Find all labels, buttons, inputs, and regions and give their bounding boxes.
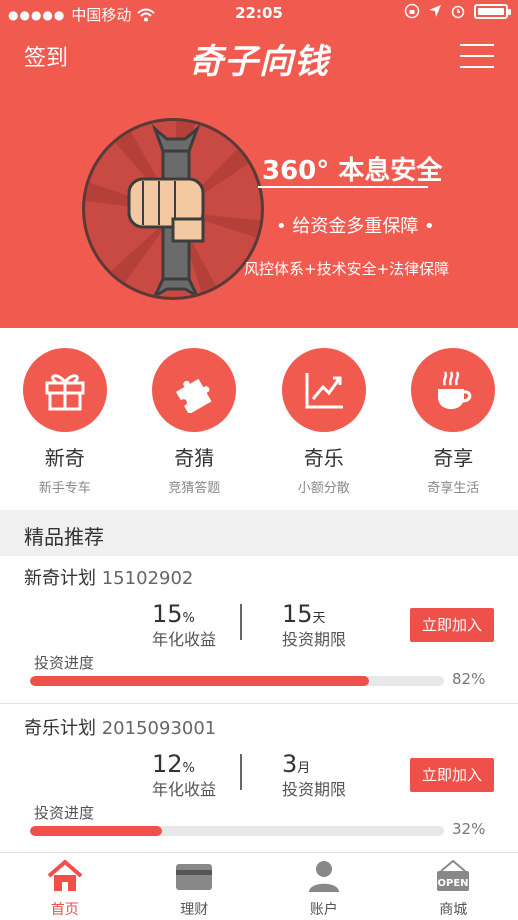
open-sign-text: OPEN: [438, 878, 469, 889]
rate-unit: %: [182, 611, 195, 626]
progress-percent: 82%: [452, 670, 486, 688]
coffee-icon: [411, 348, 496, 432]
hero-description: 风控体系+技术安全+法律保障: [244, 260, 450, 278]
status-bar: ●●●●● 中国移动 22:05: [0, 0, 518, 26]
entry-qixiang[interactable]: 奇享 奇享生活: [389, 340, 518, 500]
join-button[interactable]: 立即加入: [410, 758, 494, 792]
entry-name: 奇乐: [303, 446, 344, 470]
section-title: 精品推荐: [24, 525, 104, 549]
menu-icon[interactable]: [460, 44, 494, 68]
term-value: 3: [282, 750, 298, 778]
term-metric: 15天 投资期限: [282, 600, 346, 650]
tab-finance[interactable]: 理财: [130, 853, 260, 920]
rate-metric: 12% 年化收益: [152, 750, 216, 800]
hero-title: 360° 本息安全: [262, 156, 443, 186]
app-screen: ●●●●● 中国移动 22:05 签到 奇子向钱 360° 本息安全 • 给资金…: [0, 0, 518, 920]
tab-home[interactable]: 首页: [0, 853, 130, 920]
progress-label: 投资进度: [34, 654, 95, 672]
gift-icon: [22, 348, 107, 432]
rate-label: 年化收益: [152, 630, 217, 649]
home-icon: [47, 859, 83, 891]
alarm-icon: [451, 5, 465, 19]
progress-bar: [30, 826, 444, 836]
product-code: 15102902: [101, 568, 194, 589]
term-label: 投资期限: [282, 780, 347, 799]
rate-value: 15: [152, 600, 183, 628]
shop-open-icon: OPEN: [437, 859, 470, 891]
tab-label: 商城: [439, 902, 468, 918]
product-code: 2015093001: [101, 718, 217, 739]
entry-qile[interactable]: 奇乐 小额分散: [259, 340, 389, 500]
status-right: [404, 3, 511, 19]
entry-desc: 小额分散: [297, 481, 350, 496]
entry-name: 奇猜: [174, 446, 215, 470]
tab-label: 理财: [180, 902, 209, 918]
entry-desc: 新手专车: [38, 481, 91, 496]
tab-label: 首页: [50, 902, 79, 918]
progress-label: 投资进度: [34, 804, 95, 822]
battery-icon: [474, 3, 511, 19]
user-icon: [308, 861, 339, 892]
header-banner: ●●●●● 中国移动 22:05 签到 奇子向钱 360° 本息安全 • 给资金…: [0, 0, 518, 328]
location-icon: [429, 5, 441, 17]
chart-icon: [281, 348, 366, 432]
join-button[interactable]: 立即加入: [410, 608, 494, 642]
card-icon: [176, 864, 213, 890]
entry-desc: 竞猜答题: [168, 481, 221, 496]
security-illustration: [82, 118, 264, 300]
term-metric: 3月 投资期限: [282, 750, 346, 800]
product-card[interactable]: 奇乐计划 2015093001 12% 年化收益 3月 投资期限 立即加入 投资…: [0, 706, 518, 854]
tab-bar: 首页 理财 账户 OPEN 商城: [0, 852, 518, 920]
tab-label: 账户: [309, 902, 338, 918]
product-title: 新奇计划 15102902: [24, 564, 193, 590]
metric-divider: [240, 754, 242, 790]
term-unit: 月: [297, 761, 311, 776]
term-value: 15: [282, 600, 313, 628]
tab-account[interactable]: 账户: [259, 853, 389, 920]
entry-qicai[interactable]: 奇猜 竞猜答题: [130, 340, 260, 500]
rate-value: 12: [152, 750, 183, 778]
rate-label: 年化收益: [152, 780, 217, 799]
rate-unit: %: [182, 761, 195, 776]
rotation-lock-icon: [404, 3, 420, 19]
app-logo: 奇子向钱: [189, 42, 329, 82]
hero-underline: [258, 186, 428, 188]
progress-fill: [30, 676, 370, 686]
entry-name: 新奇: [44, 446, 85, 470]
metric-divider: [240, 604, 242, 640]
entry-xinqi[interactable]: 新奇 新手专车: [0, 340, 130, 500]
progress-fill: [30, 826, 163, 836]
hero-subtitle: • 给资金多重保障 •: [276, 216, 435, 237]
progress-percent: 32%: [452, 820, 486, 838]
tab-mall[interactable]: OPEN 商城: [389, 853, 518, 920]
progress-bar: [30, 676, 444, 686]
product-name: 奇乐计划: [24, 718, 96, 739]
entry-desc: 奇享生活: [427, 481, 480, 496]
quick-entries: 新奇 新手专车 奇猜 竞猜答题 奇乐 小额分散 奇享 奇享生活: [0, 340, 518, 500]
wrench-fist-icon: [85, 121, 261, 297]
term-label: 投资期限: [282, 630, 347, 649]
term-unit: 天: [312, 611, 326, 626]
puzzle-icon: [152, 348, 237, 432]
rate-metric: 15% 年化收益: [152, 600, 216, 650]
section-header: 精品推荐: [0, 510, 518, 556]
product-name: 新奇计划: [24, 568, 96, 589]
product-card[interactable]: 新奇计划 15102902 15% 年化收益 15天 投资期限 立即加入 投资进…: [0, 556, 518, 704]
entry-name: 奇享: [433, 446, 474, 470]
product-title: 奇乐计划 2015093001: [24, 714, 216, 740]
